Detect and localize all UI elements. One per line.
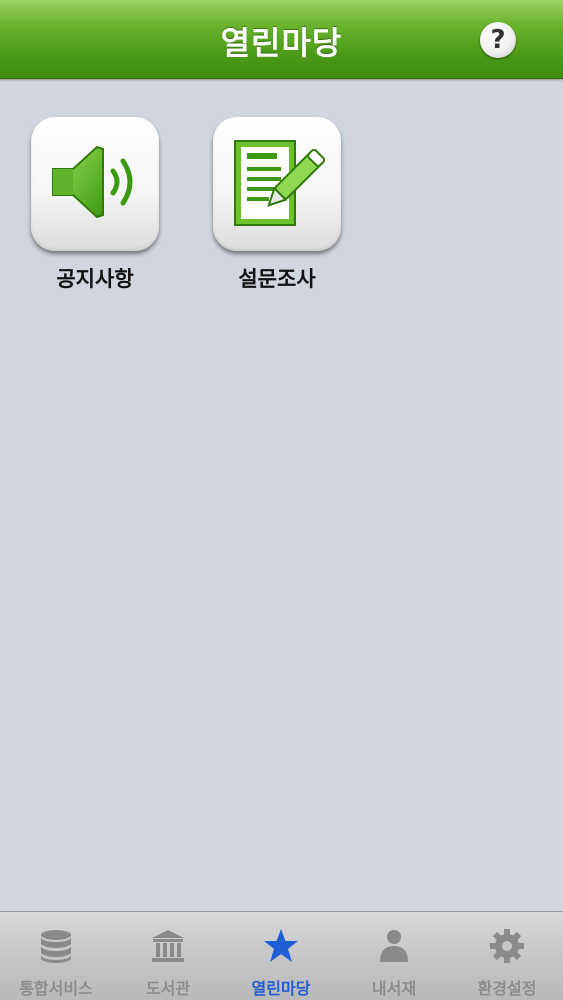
- tab-label: 환경설정: [477, 979, 537, 998]
- database-icon: [41, 930, 71, 963]
- help-button[interactable]: ?: [480, 22, 516, 58]
- tab-open-forum[interactable]: 열린마당: [225, 912, 337, 1000]
- tab-label: 열린마당: [251, 979, 311, 998]
- person-icon: [380, 930, 408, 962]
- notice-tile[interactable]: 공지사항: [20, 117, 170, 293]
- bottom-tab-bar: 통합서비스 도서관 열린마당 내서재 환경설정: [0, 911, 563, 1000]
- header-bar: 열린마당 ?: [0, 0, 563, 79]
- gear-icon: [490, 929, 524, 963]
- tab-library[interactable]: 도서관: [112, 912, 224, 1000]
- tab-settings[interactable]: 환경설정: [451, 912, 563, 1000]
- star-icon: [264, 929, 298, 962]
- survey-icon: [234, 140, 326, 226]
- menu-grid: 공지사항 설문조사: [0, 79, 563, 911]
- survey-tile[interactable]: 설문조사: [202, 117, 352, 293]
- tab-label: 통합서비스: [19, 979, 93, 998]
- survey-label: 설문조사: [238, 267, 316, 291]
- tab-my-library[interactable]: 내서재: [338, 912, 450, 1000]
- tab-integrated-service[interactable]: 통합서비스: [0, 912, 112, 1000]
- speaker-icon: [52, 145, 133, 219]
- notice-button[interactable]: [31, 117, 159, 251]
- survey-button[interactable]: [213, 117, 341, 251]
- library-icon: [152, 930, 184, 962]
- notice-label: 공지사항: [56, 267, 134, 291]
- tab-label: 도서관: [145, 979, 191, 998]
- tab-label: 내서재: [371, 979, 417, 998]
- page-title: 열린마당: [220, 24, 343, 62]
